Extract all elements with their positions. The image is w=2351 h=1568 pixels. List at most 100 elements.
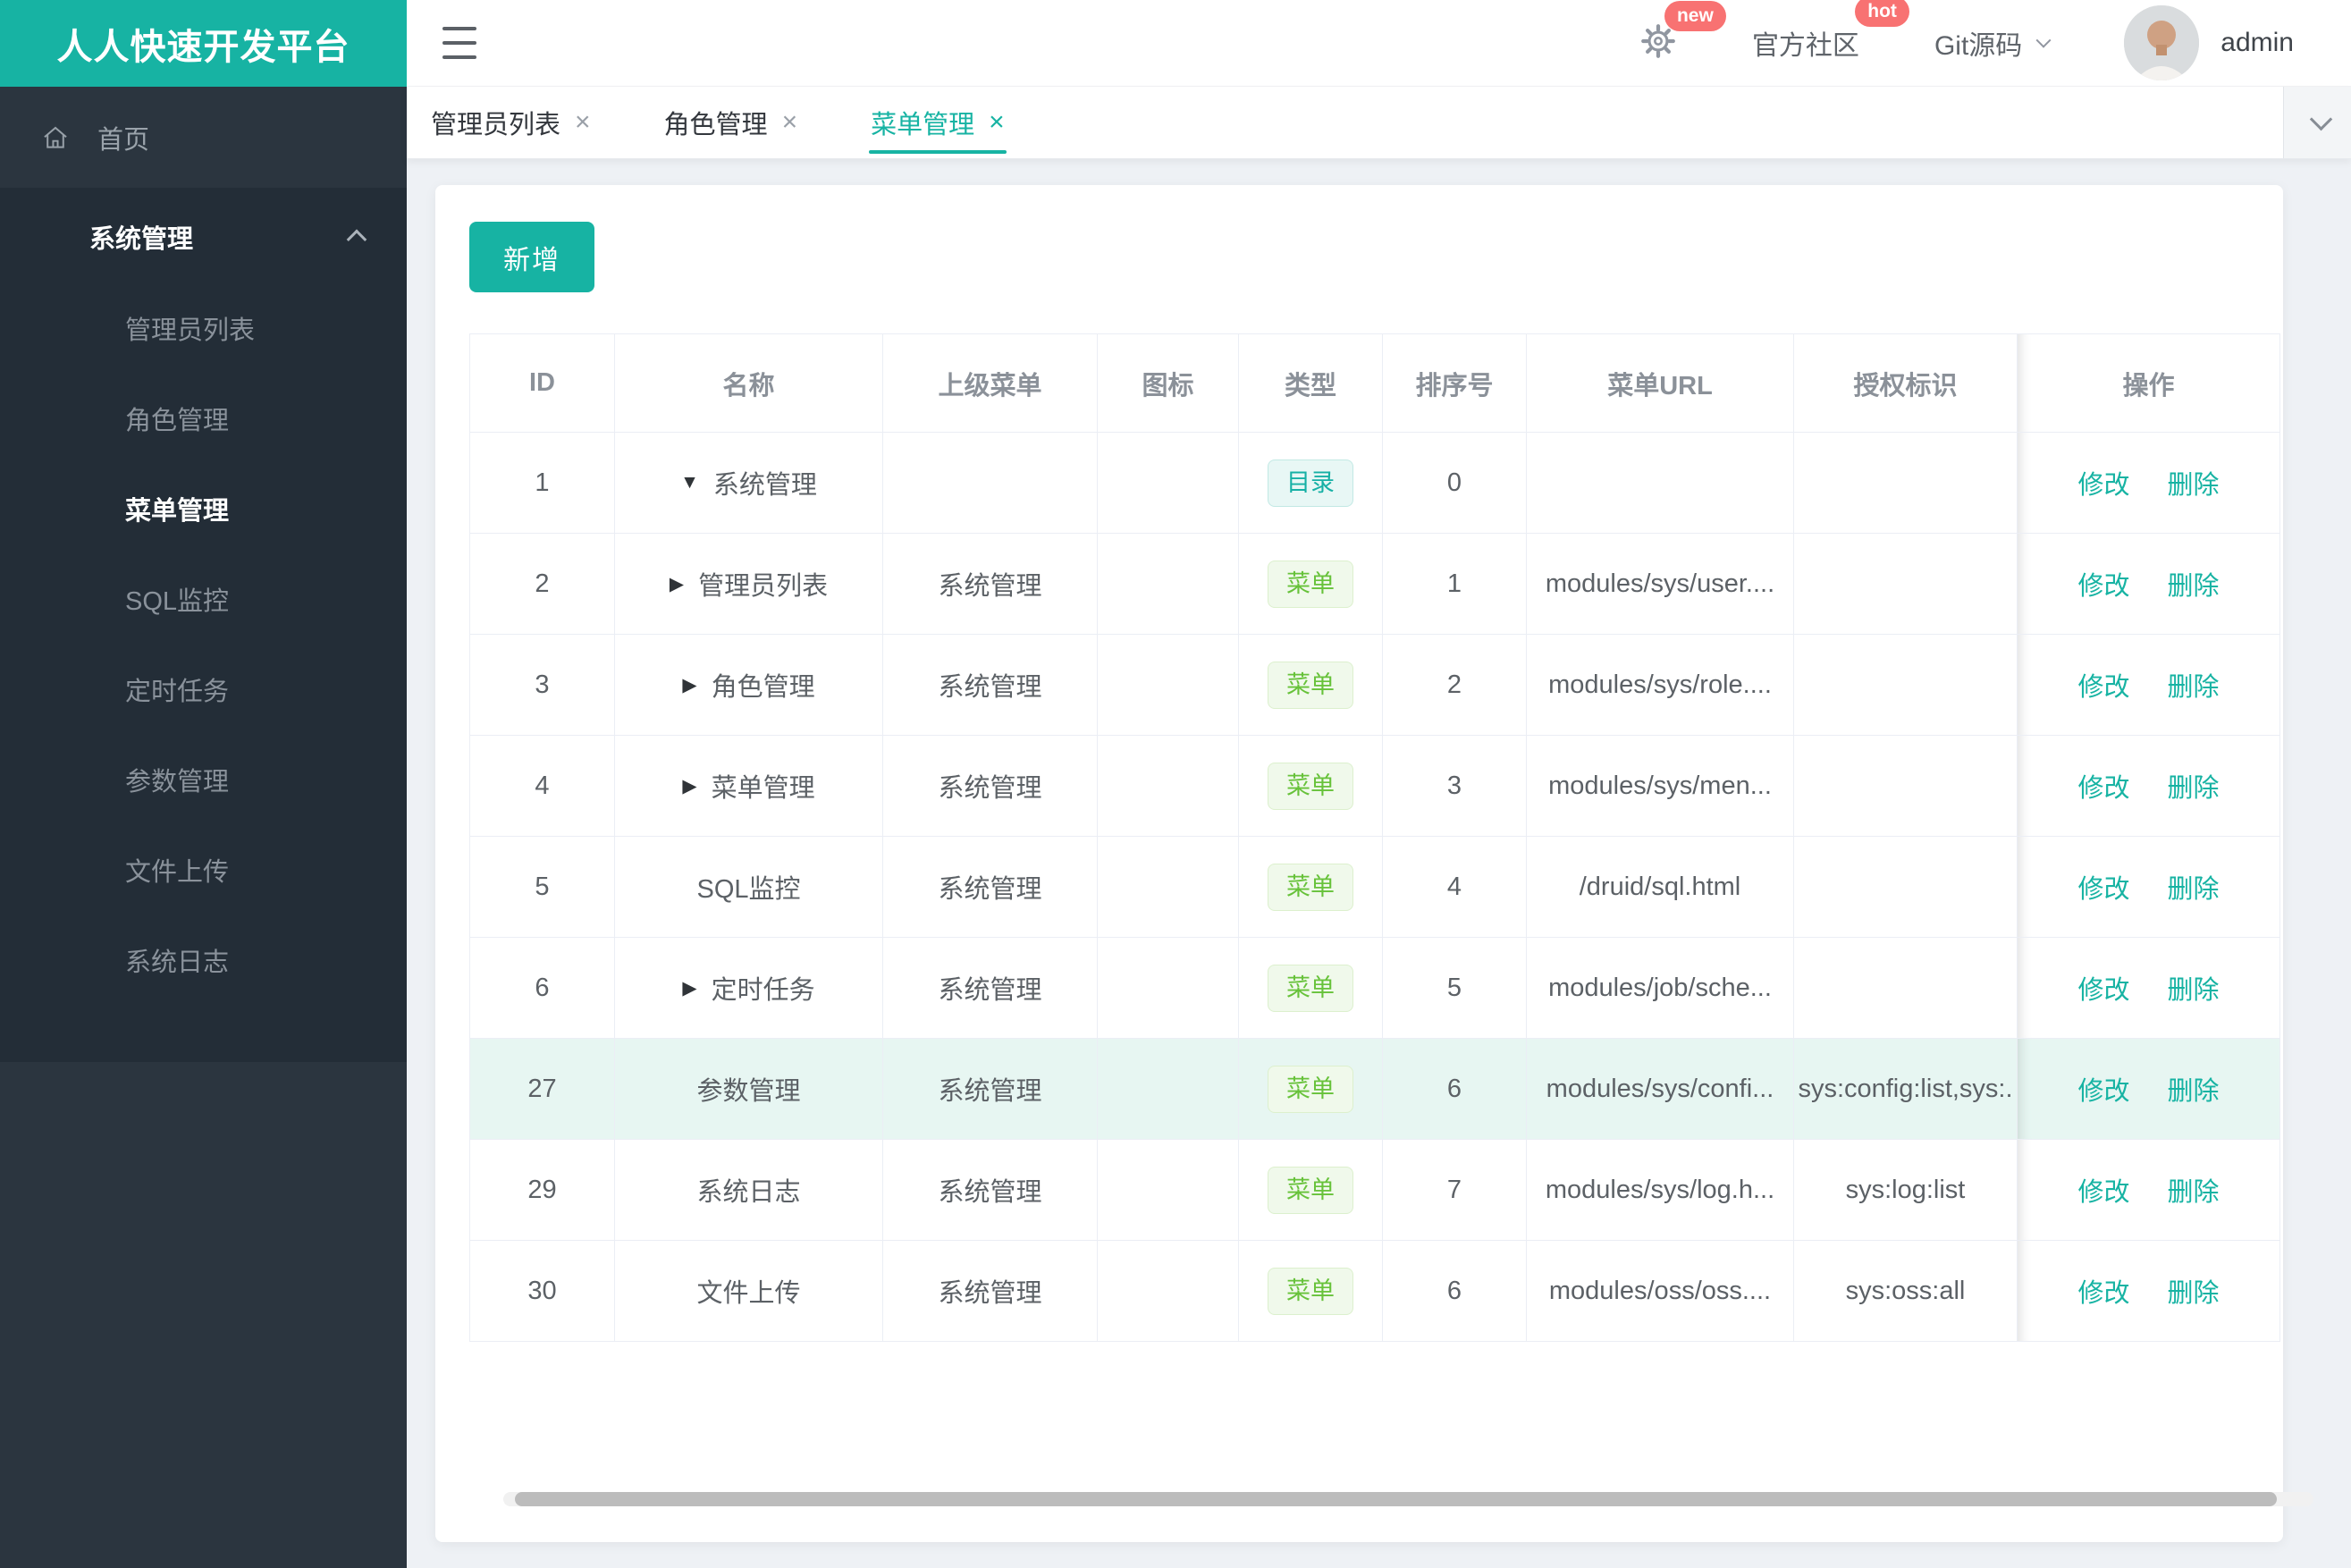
cell-name: 系统日志 <box>614 1139 883 1241</box>
close-tab-icon[interactable]: × <box>989 109 1005 136</box>
edit-link[interactable]: 修改 <box>2077 471 2129 500</box>
delete-link[interactable]: 删除 <box>2168 673 2220 702</box>
delete-link[interactable]: 删除 <box>2168 1279 2220 1308</box>
cell-type: 菜单 <box>1238 836 1383 938</box>
add-button[interactable]: 新增 <box>469 222 594 292</box>
hot-badge: hot <box>1855 0 1909 27</box>
cell-id: 29 <box>469 1139 615 1241</box>
cell-url: modules/sys/role.... <box>1526 634 1794 736</box>
cell-actions: 修改 删除 <box>2017 937 2280 1039</box>
sidebar-item-7[interactable]: 系统日志 <box>0 918 407 1008</box>
sidebar-section-label: 系统管理 <box>89 225 194 254</box>
edit-link[interactable]: 修改 <box>2077 774 2129 803</box>
edit-link[interactable]: 修改 <box>2077 1279 2129 1308</box>
sidebar-section-header[interactable]: 系统管理 <box>0 188 407 286</box>
cell-parent: 系统管理 <box>882 533 1098 635</box>
cell-parent: 系统管理 <box>882 634 1098 736</box>
top-header: new 官方社区 hot Git源码 admin <box>407 0 2351 87</box>
type-badge: 菜单 <box>1268 964 1353 1012</box>
community-link[interactable]: 官方社区 hot <box>1751 0 1909 63</box>
cell-id: 6 <box>469 937 615 1039</box>
edit-link[interactable]: 修改 <box>2077 1077 2129 1106</box>
delete-link[interactable]: 删除 <box>2168 1077 2220 1106</box>
cell-order: 1 <box>1382 533 1527 635</box>
tab-2[interactable]: 菜单管理 × <box>869 87 1007 158</box>
cell-id: 1 <box>469 432 615 534</box>
cell-order: 3 <box>1382 735 1527 837</box>
edit-link[interactable]: 修改 <box>2077 875 2129 904</box>
cell-id: 2 <box>469 533 615 635</box>
sidebar-item-5[interactable]: 参数管理 <box>0 738 407 828</box>
tree-toggle-icon[interactable]: ▶ <box>670 573 684 595</box>
cell-perms: sys:oss:all <box>1793 1240 2018 1342</box>
menu-toggle-icon[interactable] <box>442 25 478 61</box>
header-actions: new 官方社区 hot Git源码 admin <box>1639 0 2294 80</box>
close-tab-icon[interactable]: × <box>575 109 591 136</box>
tab-label: 角色管理 <box>663 111 768 139</box>
cell-type: 目录 <box>1238 432 1383 534</box>
delete-link[interactable]: 删除 <box>2168 471 2220 500</box>
cell-actions: 修改 删除 <box>2017 533 2280 635</box>
cell-parent: 系统管理 <box>882 836 1098 938</box>
cell-url: modules/sys/user.... <box>1526 533 1794 635</box>
cell-url: /druid/sql.html <box>1526 836 1794 938</box>
username-label: admin <box>2220 28 2294 57</box>
cell-parent <box>882 432 1098 534</box>
sidebar-item-6[interactable]: 文件上传 <box>0 828 407 918</box>
sidebar-item-2[interactable]: 菜单管理 <box>0 467 407 557</box>
sidebar: 人人快速开发平台 首页 系统管理 管理员列表 角色管理 菜单管理 SQL监控 定… <box>0 0 407 1568</box>
edit-link[interactable]: 修改 <box>2077 572 2129 601</box>
new-badge: new <box>1664 0 1726 31</box>
delete-link[interactable]: 删除 <box>2168 1178 2220 1207</box>
type-badge: 菜单 <box>1268 863 1353 911</box>
cell-order: 0 <box>1382 432 1527 534</box>
cell-parent: 系统管理 <box>882 937 1098 1039</box>
delete-link[interactable]: 删除 <box>2168 774 2220 803</box>
edit-link[interactable]: 修改 <box>2077 1178 2129 1207</box>
edit-link[interactable]: 修改 <box>2077 976 2129 1005</box>
cell-type: 菜单 <box>1238 1038 1383 1140</box>
tab-overflow-button[interactable] <box>2283 87 2351 158</box>
app-logo: 人人快速开发平台 <box>0 0 407 87</box>
cell-url <box>1526 432 1794 534</box>
tree-toggle-icon[interactable]: ▶ <box>682 775 696 797</box>
sidebar-item-3[interactable]: SQL监控 <box>0 557 407 647</box>
cell-order: 2 <box>1382 634 1527 736</box>
cell-url: modules/sys/log.h... <box>1526 1139 1794 1241</box>
cell-id: 27 <box>469 1038 615 1140</box>
horizontal-scrollbar[interactable] <box>503 1492 2313 1506</box>
cell-name: ▶ 角色管理 <box>614 634 883 736</box>
sidebar-item-1[interactable]: 角色管理 <box>0 376 407 467</box>
community-label: 官方社区 <box>1751 31 1859 61</box>
git-source-dropdown[interactable]: Git源码 <box>1934 23 2052 63</box>
tree-toggle-icon[interactable]: ▶ <box>682 674 696 696</box>
scrollbar-thumb[interactable] <box>515 1492 2277 1506</box>
type-badge: 菜单 <box>1268 762 1353 810</box>
sidebar-item-0[interactable]: 管理员列表 <box>0 286 407 376</box>
column-header: 名称 <box>614 333 883 433</box>
column-header: ID <box>469 333 615 433</box>
cell-actions: 修改 删除 <box>2017 1139 2280 1241</box>
tree-toggle-icon[interactable]: ▶ <box>682 977 696 999</box>
tab-1[interactable]: 角色管理 × <box>664 87 798 158</box>
close-tab-icon[interactable]: × <box>782 109 798 136</box>
tab-0[interactable]: 管理员列表 × <box>431 87 591 158</box>
type-badge: 菜单 <box>1268 661 1353 709</box>
column-header: 类型 <box>1238 333 1383 433</box>
cell-url: modules/oss/oss.... <box>1526 1240 1794 1342</box>
tab-label: 菜单管理 <box>871 111 975 139</box>
sidebar-item-home[interactable]: 首页 <box>0 87 407 188</box>
sidebar-item-4[interactable]: 定时任务 <box>0 647 407 738</box>
cell-name: 文件上传 <box>614 1240 883 1342</box>
user-menu[interactable]: admin <box>2124 5 2294 80</box>
tree-toggle-icon[interactable]: ▼ <box>680 472 699 493</box>
edit-link[interactable]: 修改 <box>2077 673 2129 702</box>
delete-link[interactable]: 删除 <box>2168 976 2220 1005</box>
app-root: 人人快速开发平台 首页 系统管理 管理员列表 角色管理 菜单管理 SQL监控 定… <box>0 0 2351 1568</box>
cell-type: 菜单 <box>1238 937 1383 1039</box>
delete-link[interactable]: 删除 <box>2168 875 2220 904</box>
tab-label: 管理员列表 <box>431 111 561 139</box>
delete-link[interactable]: 删除 <box>2168 572 2220 601</box>
cell-parent: 系统管理 <box>882 1240 1098 1342</box>
settings-button[interactable]: new <box>1639 0 1726 64</box>
